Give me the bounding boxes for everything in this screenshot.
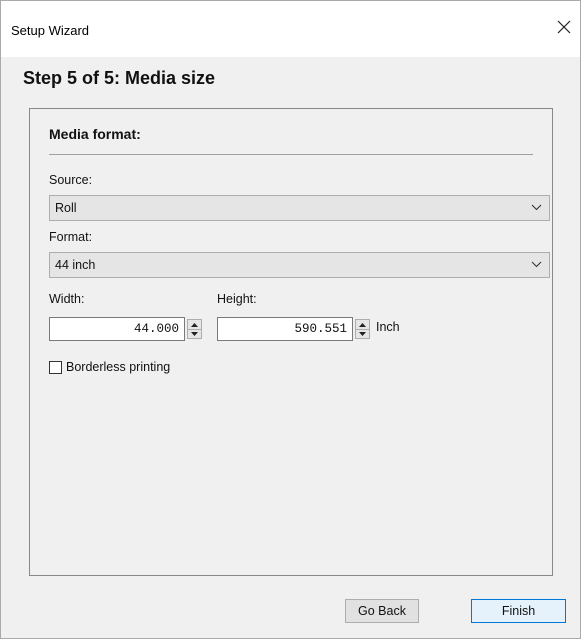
setup-wizard-window: Setup Wizard Step 5 of 5: Media size Med…	[0, 0, 581, 639]
format-dropdown-value: 44 inch	[55, 258, 96, 272]
step-title: Step 5 of 5: Media size	[23, 68, 216, 88]
unit-label: Inch	[376, 320, 400, 334]
format-dropdown[interactable]: 44 inch	[49, 252, 550, 278]
arrow-up-icon	[359, 322, 366, 327]
close-icon	[557, 20, 571, 34]
width-spinner[interactable]	[187, 319, 202, 339]
width-input[interactable]: 44.000	[49, 317, 185, 341]
close-button[interactable]	[548, 11, 580, 43]
borderless-printing-checkbox[interactable]	[49, 360, 62, 374]
format-label: Format:	[49, 230, 93, 244]
borderless-printing-label: Borderless printing	[66, 360, 171, 374]
media-format-group: Media format: Source: Roll Format: 44 in…	[29, 108, 553, 576]
source-dropdown-value: Roll	[55, 201, 77, 215]
title-bar: Setup Wizard	[1, 1, 580, 57]
go-back-button[interactable]: Go Back	[345, 599, 419, 623]
heading-divider	[49, 154, 533, 155]
height-input[interactable]: 590.551	[217, 317, 353, 341]
arrow-down-icon	[191, 331, 198, 336]
media-format-heading: Media format:	[49, 126, 141, 142]
dialog-content: Step 5 of 5: Media size Media format: So…	[1, 57, 580, 638]
borderless-printing-option[interactable]: Borderless printing	[49, 360, 170, 374]
arrow-down-icon	[359, 331, 366, 336]
chevron-down-icon	[531, 261, 542, 268]
window-title: Setup Wizard	[11, 23, 90, 38]
source-dropdown[interactable]: Roll	[49, 195, 550, 221]
height-decrement-button[interactable]	[356, 329, 369, 338]
width-label: Width:	[49, 292, 85, 306]
arrow-up-icon	[191, 322, 198, 327]
finish-button[interactable]: Finish	[471, 599, 566, 623]
chevron-down-icon	[531, 204, 542, 211]
height-spinner[interactable]	[355, 319, 370, 339]
width-decrement-button[interactable]	[188, 329, 201, 338]
source-label: Source:	[49, 173, 93, 187]
height-label: Height:	[217, 292, 257, 306]
